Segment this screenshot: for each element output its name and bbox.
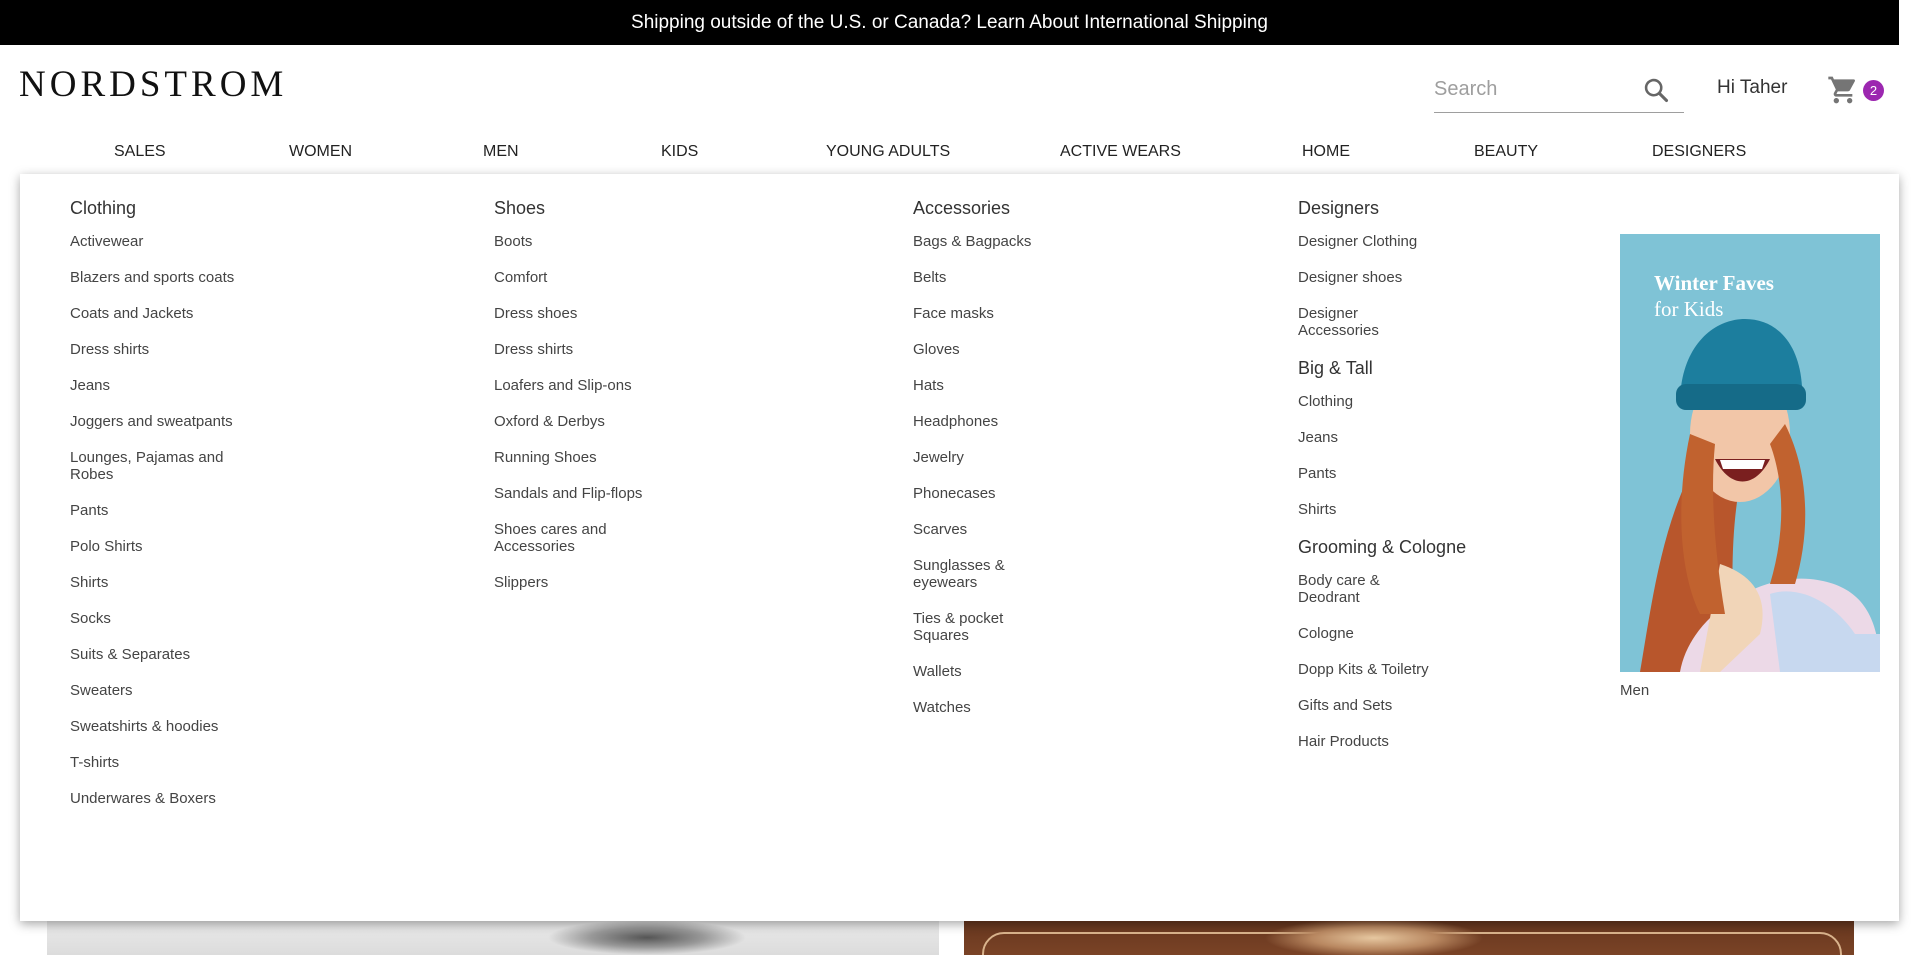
clothing-column: Clothing Activewear Blazers and sports c…: [70, 174, 260, 826]
menu-link[interactable]: Oxford & Derbys: [494, 413, 654, 430]
accessories-heading[interactable]: Accessories: [913, 198, 1023, 219]
shoes-list: Boots Comfort Dress shoes Dress shirts L…: [494, 233, 654, 591]
big-tall-list: Clothing Jeans Pants Shirts: [1298, 393, 1498, 518]
international-shipping-link[interactable]: Shipping outside of the U.S. or Canada? …: [631, 12, 1268, 34]
menu-link[interactable]: Sunglasses & eyewears: [913, 557, 1023, 591]
menu-link[interactable]: Scarves: [913, 521, 1023, 538]
menu-link[interactable]: Designer Accessories: [1298, 305, 1428, 339]
menu-link[interactable]: Dress shirts: [494, 341, 654, 358]
menu-link[interactable]: T-shirts: [70, 754, 260, 771]
shopping-cart-icon[interactable]: [1827, 74, 1859, 106]
menu-link[interactable]: Boots: [494, 233, 654, 250]
menu-link[interactable]: Cologne: [1298, 625, 1408, 642]
menu-link[interactable]: Shirts: [1298, 501, 1498, 518]
menu-link[interactable]: Slippers: [494, 574, 654, 591]
menu-link[interactable]: Jewelry: [913, 449, 1023, 466]
men-mega-menu: Clothing Activewear Blazers and sports c…: [20, 174, 1899, 921]
promo-caption[interactable]: Men: [1620, 682, 1880, 699]
accessories-column: Accessories Bags & Bagpacks Belts Face m…: [913, 174, 1031, 735]
site-header: NORDSTROM Hi Taher 2: [0, 45, 1899, 140]
menu-link[interactable]: Polo Shirts: [70, 538, 260, 555]
big-tall-heading[interactable]: Big & Tall: [1298, 358, 1498, 379]
nav-item-kids[interactable]: KIDS: [661, 143, 698, 161]
menu-link[interactable]: Comfort: [494, 269, 654, 286]
menu-link[interactable]: Phonecases: [913, 485, 1023, 502]
menu-link[interactable]: Body care & Deodrant: [1298, 572, 1408, 606]
menu-link[interactable]: Gifts and Sets: [1298, 697, 1408, 714]
menu-link[interactable]: Dress shirts: [70, 341, 260, 358]
menu-link[interactable]: Coats and Jackets: [70, 305, 260, 322]
nordstrom-logo[interactable]: NORDSTROM: [19, 63, 287, 106]
search-input[interactable]: [1434, 71, 1634, 108]
nav-item-women[interactable]: WOMEN: [289, 143, 352, 161]
nav-item-men[interactable]: MEN: [483, 143, 519, 161]
search-box: [1434, 67, 1684, 113]
menu-link[interactable]: Watches: [913, 699, 1023, 716]
designers-column: Designers Designer Clothing Designer sho…: [1298, 174, 1498, 769]
menu-link[interactable]: Joggers and sweatpants: [70, 413, 260, 430]
menu-link[interactable]: Bags & Bagpacks: [913, 233, 1031, 250]
menu-link[interactable]: Designer Clothing: [1298, 233, 1428, 250]
menu-link[interactable]: Jeans: [70, 377, 260, 394]
menu-link[interactable]: Lounges, Pajamas and Robes: [70, 449, 260, 483]
menu-link[interactable]: Pants: [70, 502, 260, 519]
menu-link[interactable]: Hair Products: [1298, 733, 1408, 750]
winter-faves-promo-image[interactable]: Winter Faves for Kids: [1620, 234, 1880, 672]
designers-heading[interactable]: Designers: [1298, 198, 1498, 219]
cart-count-badge: 2: [1863, 80, 1884, 101]
main-navigation: SALES WOMEN MEN KIDS YOUNG ADULTS ACTIVE…: [0, 140, 1899, 174]
menu-link[interactable]: Loafers and Slip-ons: [494, 377, 654, 394]
shipping-banner: Shipping outside of the U.S. or Canada? …: [0, 0, 1899, 45]
menu-link[interactable]: Sweaters: [70, 682, 260, 699]
shoes-column: Shoes Boots Comfort Dress shoes Dress sh…: [494, 174, 654, 610]
menu-link[interactable]: Designer shoes: [1298, 269, 1428, 286]
account-greeting[interactable]: Hi Taher: [1717, 77, 1787, 99]
menu-link[interactable]: Face masks: [913, 305, 1023, 322]
menu-link[interactable]: Gloves: [913, 341, 1023, 358]
promo-card[interactable]: Winter Faves for Kids Men: [1620, 234, 1880, 699]
nav-item-active-wears[interactable]: ACTIVE WEARS: [1060, 143, 1181, 161]
menu-link[interactable]: Blazers and sports coats: [70, 269, 260, 286]
menu-link[interactable]: Pants: [1298, 465, 1498, 482]
designers-list: Designer Clothing Designer shoes Designe…: [1298, 233, 1428, 339]
menu-link[interactable]: Running Shoes: [494, 449, 654, 466]
nav-item-young-adults[interactable]: YOUNG ADULTS: [826, 143, 950, 161]
shoes-heading[interactable]: Shoes: [494, 198, 654, 219]
menu-link[interactable]: Sweatshirts & hoodies: [70, 718, 260, 735]
menu-link[interactable]: Dress shoes: [494, 305, 654, 322]
menu-link[interactable]: Socks: [70, 610, 260, 627]
promo-title-line1: Winter Faves: [1654, 271, 1774, 295]
nav-item-designers[interactable]: DESIGNERS: [1652, 143, 1746, 161]
menu-link[interactable]: Activewear: [70, 233, 260, 250]
menu-link[interactable]: Belts: [913, 269, 1023, 286]
menu-link[interactable]: Hats: [913, 377, 1023, 394]
menu-link[interactable]: Clothing: [1298, 393, 1498, 410]
clothing-heading[interactable]: Clothing: [70, 198, 260, 219]
menu-link[interactable]: Shoes cares and Accessories: [494, 521, 654, 555]
menu-link[interactable]: Wallets: [913, 663, 1023, 680]
grooming-list: Body care & Deodrant Cologne Dopp Kits &…: [1298, 572, 1429, 750]
menu-link[interactable]: Underwares & Boxers: [70, 790, 260, 807]
menu-link[interactable]: Jeans: [1298, 429, 1498, 446]
search-icon[interactable]: [1642, 76, 1670, 104]
menu-link[interactable]: Dopp Kits & Toiletry: [1298, 661, 1429, 678]
nav-item-home[interactable]: HOME: [1302, 143, 1350, 161]
menu-link[interactable]: Suits & Separates: [70, 646, 260, 663]
promo-title-line2: for Kids: [1654, 297, 1723, 321]
nav-item-beauty[interactable]: BEAUTY: [1474, 143, 1538, 161]
menu-link[interactable]: Ties & pocket Squares: [913, 610, 1023, 644]
clothing-list: Activewear Blazers and sports coats Coat…: [70, 233, 260, 807]
menu-link[interactable]: Sandals and Flip-flops: [494, 485, 654, 502]
menu-link[interactable]: Headphones: [913, 413, 1023, 430]
nav-item-sales[interactable]: SALES: [114, 143, 166, 161]
menu-link[interactable]: Shirts: [70, 574, 260, 591]
accessories-list: Bags & Bagpacks Belts Face masks Gloves …: [913, 233, 1031, 716]
grooming-heading[interactable]: Grooming & Cologne: [1298, 537, 1498, 558]
